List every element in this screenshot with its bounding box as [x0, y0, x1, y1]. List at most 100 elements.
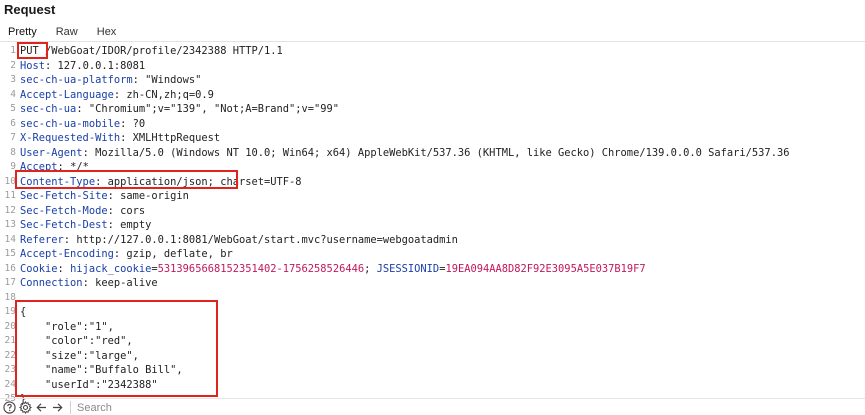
- header-value: ?0: [132, 117, 146, 130]
- header-name: Sec-Fetch-Site: [20, 190, 108, 202]
- body-line: 21 "color":"red",: [0, 334, 865, 349]
- header-name: sec-ch-ua-platform: [20, 74, 133, 86]
- cookie-value: 19EA094AA8D82F92E3095A5E037B19F7: [445, 262, 646, 275]
- tab-hex[interactable]: Hex: [97, 26, 127, 39]
- line-number: 2: [10, 59, 16, 71]
- header-separator: :: [107, 204, 121, 217]
- header-separator: :: [82, 277, 96, 289]
- line-code: Accept-Encoding: gzip, deflate, br: [20, 247, 233, 262]
- header-separator: :: [107, 219, 121, 231]
- line-code: sec-ch-ua-mobile: ?0: [20, 117, 145, 132]
- header-value: application/json; charset=UTF-8: [107, 175, 302, 188]
- body-line: 20 "role":"1",: [0, 320, 865, 335]
- header-value: "Chromium";v="139", "Not;A=Brand";v="99": [88, 103, 340, 115]
- header-separator: :: [113, 88, 127, 101]
- header-value: "Windows": [145, 74, 202, 86]
- header-line: 12 Sec-Fetch-Mode: cors: [0, 204, 865, 219]
- header-line: 8 User-Agent: Mozilla/5.0 (Windows NT 10.…: [0, 146, 865, 161]
- tab-pretty[interactable]: Pretty: [8, 26, 47, 39]
- bottom-toolbar: [0, 398, 865, 415]
- search-input[interactable]: [75, 400, 379, 415]
- line-number: 21: [4, 335, 16, 346]
- line-number: 6: [10, 117, 16, 129]
- header-line: 16 Cookie: hijack_cookie=5313965668152351…: [0, 262, 865, 277]
- body-line: 23 "name":"Buffalo Bill",: [0, 363, 865, 378]
- line-code: "size":"large",: [20, 349, 139, 364]
- line-number: 9: [10, 161, 16, 172]
- header-separator: :: [120, 132, 133, 144]
- line-code: Accept: */*: [20, 160, 89, 175]
- header-name: Content-Type: [20, 175, 96, 188]
- forward-arrow-icon[interactable]: [51, 401, 64, 414]
- body-line: 22 "size":"large",: [0, 349, 865, 364]
- header-line: 17 Connection: keep-alive: [0, 276, 865, 291]
- blank-line: 18: [0, 291, 865, 306]
- header-separator: :: [132, 74, 146, 86]
- tab-raw[interactable]: Raw: [56, 26, 88, 39]
- request-line: 1 PUT /WebGoat/IDOR/profile/2342388 HTTP/…: [0, 44, 865, 59]
- line-number: 20: [4, 320, 16, 332]
- header-value: same-origin: [120, 190, 189, 202]
- line-code: {: [20, 305, 26, 320]
- line-number: 12: [4, 204, 16, 216]
- settings-icon[interactable]: [19, 401, 32, 414]
- help-icon[interactable]: [3, 401, 16, 414]
- body-text: "role":"1",: [20, 320, 114, 333]
- line-code: "role":"1",: [20, 320, 114, 335]
- back-arrow-icon[interactable]: [35, 401, 48, 414]
- header-name: Sec-Fetch-Mode: [20, 204, 108, 217]
- request-target: /WebGoat/IDOR/profile/2342388 HTTP/1.1: [38, 45, 283, 57]
- header-separator: :: [113, 248, 127, 260]
- header-separator: :: [45, 59, 58, 72]
- header-line: 6 sec-ch-ua-mobile: ?0: [0, 117, 865, 132]
- line-number: 1: [10, 45, 16, 56]
- header-value: http://127.0.0.1:8081/WebGoat/start.mvc?…: [76, 233, 458, 246]
- line-number: 3: [10, 74, 16, 85]
- view-tabs: Pretty Raw Hex: [8, 26, 135, 39]
- header-name: Cookie: [20, 262, 58, 275]
- header-name: Accept: [20, 161, 58, 173]
- line-number: 24: [4, 378, 16, 390]
- request-editor[interactable]: 1 PUT /WebGoat/IDOR/profile/2342388 HTTP/…: [0, 44, 865, 405]
- header-value: empty: [120, 219, 152, 231]
- body-text: "size":"large",: [20, 349, 139, 362]
- line-number: 17: [4, 277, 16, 288]
- cookie-separator: ;: [364, 262, 377, 275]
- http-method: PUT: [20, 45, 39, 57]
- header-value: gzip, deflate, br: [126, 248, 233, 260]
- header-value: 127.0.0.1:8081: [57, 59, 146, 72]
- body-text: {: [20, 306, 27, 318]
- line-number: 15: [4, 248, 16, 259]
- line-code: Sec-Fetch-Dest: empty: [20, 218, 151, 233]
- header-name: Host: [20, 59, 46, 72]
- header-line: 9 Accept: */*: [0, 160, 865, 175]
- header-value: keep-alive: [95, 277, 158, 289]
- header-line: 7 X-Requested-With: XMLHttpRequest: [0, 131, 865, 146]
- cookie-value: 5313965668152351402-1756258526446: [157, 262, 365, 275]
- header-name: Accept-Encoding: [20, 248, 114, 260]
- header-value: */*: [70, 161, 89, 173]
- line-number: 23: [4, 364, 16, 375]
- line-number: 8: [10, 146, 16, 158]
- cookie-name: JSESSIONID: [376, 262, 440, 275]
- header-name: Sec-Fetch-Dest: [20, 219, 108, 231]
- line-code: Accept-Language: zh-CN,zh;q=0.9: [20, 88, 214, 103]
- line-number: 11: [4, 190, 16, 201]
- line-code: "color":"red",: [20, 334, 133, 349]
- line-code: User-Agent: Mozilla/5.0 (Windows NT 10.0…: [20, 146, 789, 161]
- toolbar-divider: [70, 401, 71, 414]
- header-value: Mozilla/5.0 (Windows NT 10.0; Win64; x64…: [95, 146, 790, 159]
- header-separator: :: [76, 103, 89, 115]
- line-code: "userId":"2342388": [20, 378, 158, 393]
- line-code: Sec-Fetch-Site: same-origin: [20, 189, 189, 204]
- body-text: "userId":"2342388": [20, 378, 158, 391]
- line-code: Content-Type: application/json; charset=…: [20, 175, 302, 190]
- line-code: "name":"Buffalo Bill",: [20, 363, 183, 378]
- header-separator: :: [107, 190, 121, 202]
- line-code: Referer: http://127.0.0.1:8081/WebGoat/s…: [20, 233, 458, 248]
- line-number: 5: [10, 103, 16, 114]
- line-code: Sec-Fetch-Mode: cors: [20, 204, 145, 219]
- header-line: 3 sec-ch-ua-platform: "Windows": [0, 73, 865, 88]
- body-text: "name":"Buffalo Bill",: [20, 364, 183, 376]
- header-separator: :: [57, 161, 71, 173]
